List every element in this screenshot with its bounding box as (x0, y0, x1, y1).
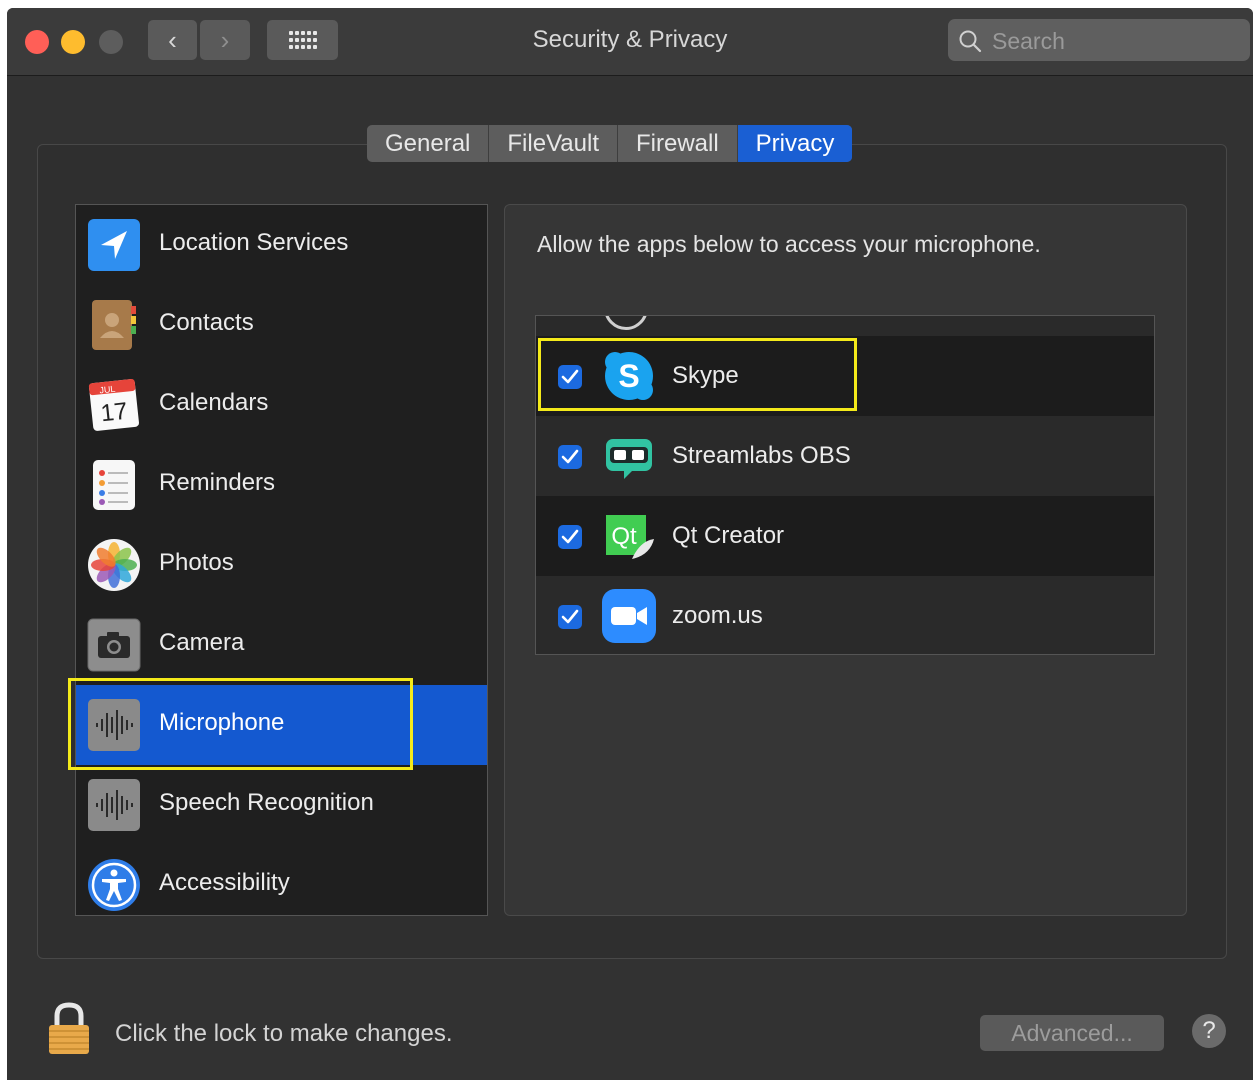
sidebar-item-reminders[interactable]: Reminders (76, 445, 487, 525)
security-privacy-window: ‹ › Security & Privacy General FileVault… (7, 8, 1253, 1080)
tab-firewall[interactable]: Firewall (618, 125, 738, 162)
checkmark-icon (561, 529, 579, 544)
sidebar-item-label: Reminders (159, 469, 276, 496)
sidebar-item-microphone[interactable]: Microphone (76, 685, 487, 765)
zoom-checkbox[interactable] (558, 605, 582, 629)
sidebar-item-location-services[interactable]: Location Services (76, 205, 487, 285)
panel-description: Allow the apps below to access your micr… (537, 231, 1041, 257)
streamlabs-icon (606, 439, 652, 479)
skype-icon: S (605, 352, 653, 400)
app-name: Streamlabs OBS (672, 442, 851, 469)
search-input[interactable] (990, 24, 1244, 58)
qt-creator-icon: Qt (606, 515, 654, 559)
sidebar-item-label: Accessibility (159, 869, 290, 896)
tab-bar: General FileVault Firewall Privacy (367, 125, 853, 162)
search-field[interactable] (948, 19, 1250, 61)
qt-creator-checkbox[interactable] (558, 525, 582, 549)
sidebar-item-camera[interactable]: Camera (76, 605, 487, 685)
search-icon (959, 30, 982, 53)
tab-filevault[interactable]: FileVault (489, 125, 618, 162)
streamlabs-obs-checkbox[interactable] (558, 445, 582, 469)
checkmark-icon (561, 609, 579, 624)
tab-general[interactable]: General (367, 125, 490, 162)
app-permission-panel: Allow the apps below to access your micr… (504, 204, 1187, 916)
app-row-streamlabs-obs[interactable]: Streamlabs OBS (536, 416, 1154, 496)
zoom-camera-icon (602, 589, 656, 643)
sidebar-item-accessibility[interactable]: Accessibility (76, 845, 487, 915)
svg-text:JUL: JUL (99, 384, 116, 396)
sidebar-item-label: Contacts (159, 309, 254, 336)
partial-app-icon (604, 316, 648, 330)
reminders-list-icon (93, 460, 135, 510)
app-row-zoom[interactable]: zoom.us (536, 576, 1154, 654)
accessibility-icon (88, 859, 140, 911)
skype-checkbox[interactable] (558, 365, 582, 389)
privacy-category-list[interactable]: Location Services Contacts JUL 17 Calend… (75, 204, 488, 916)
speech-waveform-icon (88, 779, 140, 831)
svg-text:Qt: Qt (611, 523, 637, 550)
calendar-icon: JUL 17 (88, 379, 139, 431)
app-row-qt-creator[interactable]: Qt Qt Creator (536, 496, 1154, 576)
list-item-partial (536, 316, 1154, 336)
sidebar-item-label: Photos (159, 549, 234, 576)
title-bar: ‹ › Security & Privacy (7, 8, 1253, 76)
sidebar-item-label: Speech Recognition (159, 789, 374, 816)
svg-text:S: S (618, 358, 639, 394)
tab-privacy[interactable]: Privacy (737, 125, 853, 162)
app-name: Qt Creator (672, 522, 785, 549)
sidebar-item-label: Microphone (159, 709, 285, 736)
camera-icon (87, 618, 141, 672)
checkmark-icon (561, 449, 579, 464)
sidebar-item-contacts[interactable]: Contacts (76, 285, 487, 365)
svg-text:17: 17 (99, 398, 128, 428)
sidebar-item-photos[interactable]: Photos (76, 525, 487, 605)
photos-flower-icon (88, 539, 140, 591)
lock-icon[interactable] (46, 1002, 92, 1056)
sidebar-item-calendars[interactable]: JUL 17 Calendars (76, 365, 487, 445)
sidebar-item-speech-recognition[interactable]: Speech Recognition (76, 765, 487, 845)
app-name: zoom.us (672, 602, 763, 629)
app-list[interactable]: S Skype Streamlabs OBS Qt Qt Creator zoo… (535, 315, 1155, 655)
location-arrow-icon (88, 219, 140, 271)
contacts-book-icon (92, 300, 136, 350)
sidebar-item-label: Calendars (159, 389, 269, 416)
lock-status-text: Click the lock to make changes. (115, 1020, 453, 1047)
sidebar-item-label: Location Services (159, 229, 349, 256)
help-button[interactable]: ? (1192, 1014, 1226, 1048)
app-name: Skype (672, 362, 739, 389)
advanced-button[interactable]: Advanced... (980, 1015, 1164, 1051)
app-row-skype[interactable]: S Skype (536, 336, 1154, 416)
checkmark-icon (561, 369, 579, 384)
microphone-waveform-icon (88, 699, 140, 751)
sidebar-item-label: Camera (159, 629, 245, 656)
